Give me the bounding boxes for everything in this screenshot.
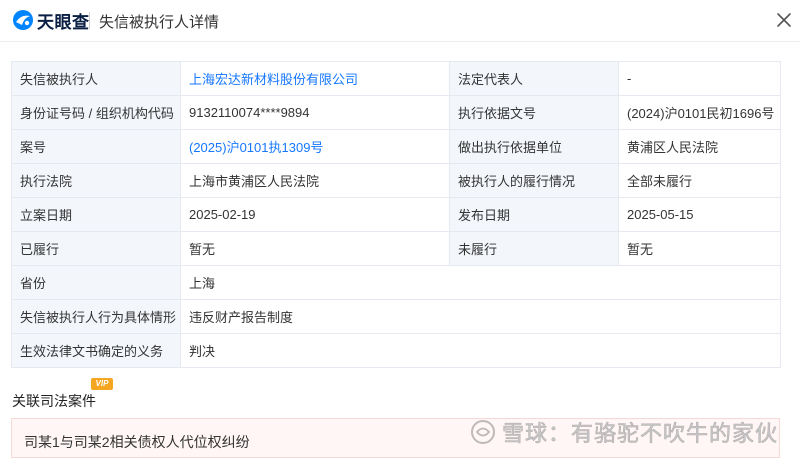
value-specific-circumstance: 违反财产报告制度 (180, 299, 781, 334)
table-row: 案号 (2025)沪0101执1309号 做出执行依据单位 黄浦区人民法院 (11, 129, 781, 164)
table-row: 失信被执行人行为具体情形 违反财产报告制度 (11, 299, 781, 334)
table-row: 省份 上海 (11, 265, 781, 300)
value-province: 上海 (180, 265, 781, 300)
label-case-no: 案号 (11, 129, 181, 164)
case-no-link[interactable]: (2025)沪0101执1309号 (180, 129, 450, 164)
label-publish-date: 发布日期 (449, 197, 619, 232)
tianyancha-logo[interactable]: 天眼查 (12, 9, 90, 32)
logo-text: 天眼查 (37, 12, 90, 32)
value-executing-court: 上海市黄浦区人民法院 (180, 163, 450, 198)
value-performed: 暂无 (180, 231, 450, 266)
value-obligation: 判决 (180, 333, 781, 368)
table-row: 生效法律文书确定的义务 判决 (11, 333, 781, 368)
header-divider (89, 12, 90, 29)
dialog-header: 天眼查 失信被执行人详情 (0, 0, 800, 42)
tianyancha-logo-icon (13, 10, 33, 30)
vip-badge: VIP (91, 378, 113, 390)
table-row: 执行法院 上海市黄浦区人民法院 被执行人的履行情况 全部未履行 (11, 163, 781, 198)
related-case-title: 司某1与司某2相关债权人代位权纠纷 (24, 434, 250, 450)
value-filing-date: 2025-02-19 (180, 197, 450, 232)
dishonest-person-link[interactable]: 上海宏达新材料股份有限公司 (180, 61, 450, 96)
close-icon[interactable] (774, 10, 794, 30)
table-row: 已履行 暂无 未履行 暂无 (11, 231, 781, 266)
label-obligation: 生效法律文书确定的义务 (11, 333, 181, 368)
value-id-code: 9132110074****9894 (180, 95, 450, 130)
label-legal-representative: 法定代表人 (449, 61, 619, 96)
value-legal-representative: - (618, 61, 781, 96)
label-not-performed: 未履行 (449, 231, 619, 266)
details-table: 失信被执行人 上海宏达新材料股份有限公司 法定代表人 - 身份证号码 / 组织机… (11, 61, 781, 368)
value-performance-status: 全部未履行 (618, 163, 781, 198)
label-basis-doc-no: 执行依据文号 (449, 95, 619, 130)
table-row: 失信被执行人 上海宏达新材料股份有限公司 法定代表人 - (11, 61, 781, 96)
label-performed: 已履行 (11, 231, 181, 266)
dialog-title: 失信被执行人详情 (99, 14, 220, 31)
table-row: 立案日期 2025-02-19 发布日期 2025-05-15 (11, 197, 781, 232)
label-executing-court: 执行法院 (11, 163, 181, 198)
value-basis-doc-no: (2024)沪0101民初1696号 (618, 95, 781, 130)
label-province: 省份 (11, 265, 181, 300)
related-cases-title: 关联司法案件 (12, 393, 96, 409)
label-filing-date: 立案日期 (11, 197, 181, 232)
watermark: 雪球：有骆驼不吹牛的家伙 (470, 416, 778, 448)
table-row: 身份证号码 / 组织机构代码 9132110074****9894 执行依据文号… (11, 95, 781, 130)
value-not-performed: 暂无 (618, 231, 781, 266)
label-specific-circumstance: 失信被执行人行为具体情形 (11, 299, 181, 334)
label-performance-status: 被执行人的履行情况 (449, 163, 619, 198)
value-issuing-unit: 黄浦区人民法院 (618, 129, 781, 164)
value-publish-date: 2025-05-15 (618, 197, 781, 232)
watermark-text: 雪球：有骆驼不吹牛的家伙 (502, 421, 779, 447)
label-id-code: 身份证号码 / 组织机构代码 (11, 95, 181, 130)
label-issuing-unit: 做出执行依据单位 (449, 129, 619, 164)
label-dishonest-person: 失信被执行人 (11, 61, 181, 96)
snowball-logo-icon (471, 420, 495, 444)
